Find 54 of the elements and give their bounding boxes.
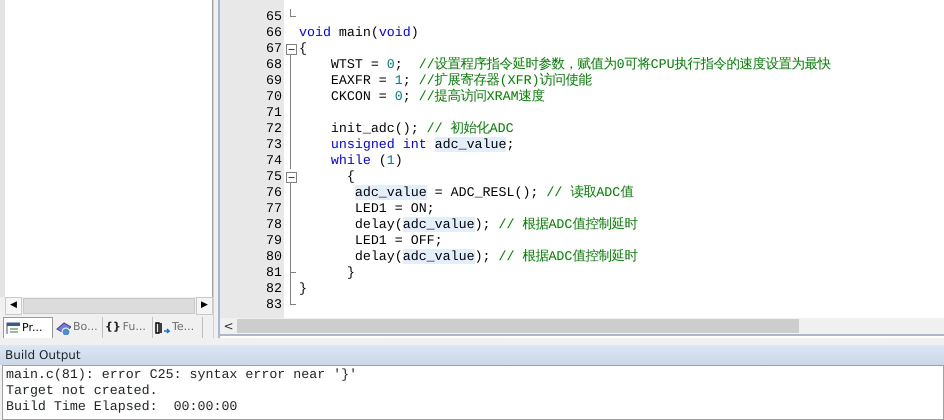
line-number: 66 [265,25,283,41]
panel-tab[interactable]: Pr... [3,317,53,338]
code-line: WTST = 0; //设置程序指令延时参数，赋值为0可将CPU执行指令的速度设置为最快 [330,57,832,72]
code-line: unsigned int adc_value; [330,137,516,153]
line-number: 77 [265,201,283,217]
line-number: 78 [265,217,283,233]
line-number: 71 [265,105,283,121]
line-number: 68 [265,57,283,73]
panel-title: Build Output [0,345,944,365]
scroll-left-button[interactable]: < [220,318,237,334]
scroll-right-button[interactable]: ▶ [196,297,213,315]
line-number: 70 [265,89,283,105]
code-line: init_adc(); // 初始化ADC [330,121,515,137]
code-line: CKCON = 0; //提高访问XRAM速度 [330,89,546,105]
project-icon [6,322,20,334]
code-line: { [299,41,308,57]
line-number: 74 [265,153,283,169]
code-line: while (1) [330,153,404,169]
line-number: 65 [265,9,283,25]
code-line: } [299,281,308,297]
line-number: 79 [265,233,283,249]
line-number: 73 [265,137,283,153]
output-line: Target not created. [6,383,159,399]
book-icon [55,320,71,334]
code-line: delay(adc_value); // 根据ADC值控制延时 [354,217,638,233]
line-number: 75 [265,169,283,185]
scrollbar-thumb[interactable] [23,298,195,314]
code-line: void main(void) [299,25,420,41]
code-line: { [346,169,356,185]
output-line: Build Time Elapsed: 00:00:00 [6,399,238,415]
line-number: 69 [265,73,283,89]
panel-tab[interactable]: Bo... [53,317,103,338]
scroll-left-button[interactable]: ◀ [5,297,22,315]
scrollbar-thumb[interactable] [237,319,799,333]
code-line: } [346,265,356,281]
splitter[interactable] [213,0,220,338]
panel-tab[interactable]: Te... [153,317,203,338]
line-number: 80 [265,249,283,265]
code-line: LED1 = ON; [354,201,436,217]
code-line: adc_value = ADC_RESL(); // 读取ADC值 [354,185,634,201]
fold-toggle-icon[interactable] [286,172,297,183]
code-line: LED1 = OFF; [354,233,444,249]
fold-toggle-icon[interactable] [286,44,297,55]
line-number: 76 [265,185,283,201]
code-line: delay(adc_value); // 根据ADC值控制延时 [354,249,638,265]
line-number: 81 [265,265,283,281]
panel-tab[interactable]: {} Fu... [103,317,153,338]
template-icon [155,321,170,334]
code-line: EAXFR = 1; //扩展寄存器(XFR)访问使能 [330,73,593,88]
line-number: 82 [265,281,283,297]
output-line: main.c(81): error C25: syntax error near '}' [6,367,358,383]
line-number: 72 [265,121,283,137]
line-number: 67 [265,41,283,57]
line-number: 83 [265,297,283,313]
